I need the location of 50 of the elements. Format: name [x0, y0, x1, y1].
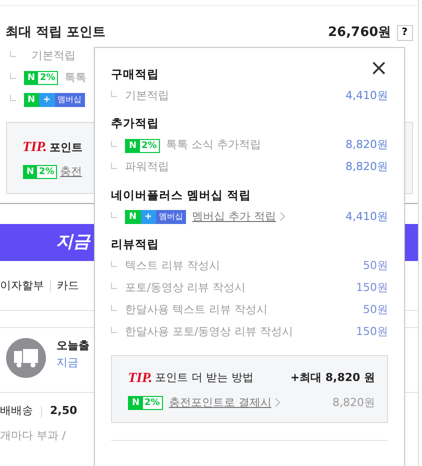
charge-amount: 8,820원 [332, 394, 375, 410]
point-item-label: 한달사용 텍스트 리뷰 작성시 [125, 302, 268, 318]
point-item-label: 톡톡 소식 추가적립 [166, 137, 261, 154]
point-item-label: 텍스트 리뷰 작성시 [125, 258, 220, 274]
section-heading: 네이버플러스 멤버십 적립 [111, 186, 252, 204]
point-item-label: 톡톡 [64, 70, 86, 86]
help-button[interactable]: ? [396, 24, 412, 41]
delivery-title: 오늘출 [56, 338, 90, 354]
point-amount: 8,820원 [346, 159, 388, 176]
shipping-note: 개마다 부과 / [0, 428, 67, 444]
points-badge: N 2% [24, 71, 58, 86]
chevron-icon [280, 212, 286, 222]
point-item-label: 파워적립 [125, 159, 169, 176]
point-amount: 50원 [363, 258, 388, 274]
membership-link[interactable]: 멤버십 추가 적립 [192, 208, 276, 225]
points-badge: N 2% [125, 138, 160, 152]
point-amount: 4,410원 [346, 208, 388, 224]
charge-link[interactable]: 충전포인트로 결제시 [168, 394, 272, 411]
point-item-label: 포토/동영상 리뷰 작성시 [125, 280, 246, 296]
max-points: +최대 8,820 원 [290, 370, 375, 386]
point-amount: 50원 [363, 302, 388, 318]
total-points: 26,760원 [328, 24, 392, 42]
points-badge: N 2% [128, 396, 163, 410]
truck-icon [6, 338, 46, 378]
shipping-fee: 2,50 [50, 403, 78, 420]
point-item-label: 기본적립 [125, 88, 169, 104]
point-amount: 4,410원 [346, 88, 388, 104]
chevron-icon [275, 398, 280, 408]
section-heading: 추가적립 [111, 115, 159, 132]
points-badge: N 2% [22, 165, 58, 179]
point-amount: 150원 [356, 280, 388, 296]
section-heading: 리뷰적립 [111, 236, 159, 253]
membership-badge: N + 멤버십 [24, 93, 85, 108]
point-amount: 8,820원 [346, 137, 388, 154]
shipping-method: 배배송 [0, 403, 33, 420]
charge-link[interactable]: 충전 [60, 164, 82, 180]
close-button[interactable]: × [370, 60, 388, 78]
section-heading: 구매적립 [111, 66, 159, 83]
section-title: 최대 적립 포인트 [6, 24, 106, 42]
tip-mark: TIP. [128, 370, 152, 388]
payment-option: 카드 [57, 278, 79, 294]
membership-badge: N + 멤버십 [125, 210, 186, 224]
payment-option: 이자할부 [0, 278, 44, 294]
tip-mark: TIP. [22, 139, 47, 158]
point-item-label: 기본적립 [32, 48, 76, 64]
tip-text: 포인트 [50, 140, 82, 156]
tip-text: 포인트 더 받는 방법 [155, 370, 254, 386]
point-item-label: 한달사용 포토/동영상 리뷰 작성시 [125, 324, 294, 340]
delivery-link[interactable]: 지금 [56, 354, 90, 372]
point-amount: 150원 [356, 324, 388, 340]
